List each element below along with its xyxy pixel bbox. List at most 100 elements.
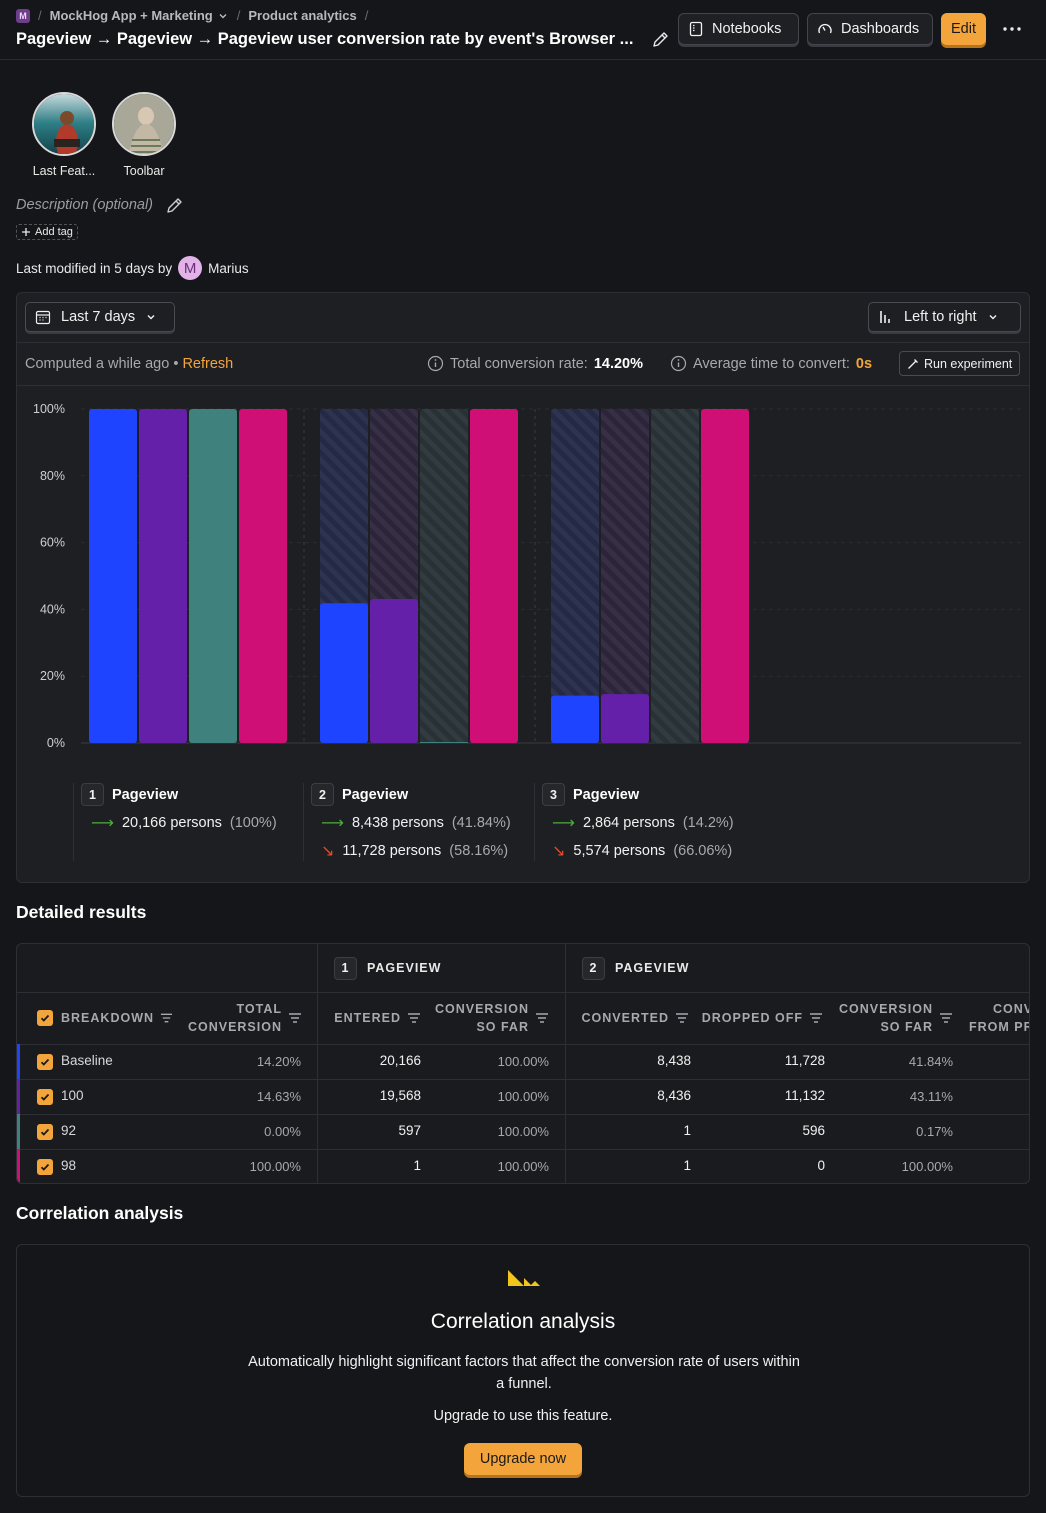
step-converted[interactable]: ⟶ 20,166 persons (100%) [91,813,277,833]
bar-100-step-3[interactable] [601,694,649,743]
table-row[interactable]: 98 100.00% 1 100.00% 1 0 100.00% [17,1149,1029,1183]
column-header-total-conversion[interactable]: TOTAL CONVERSION [167,992,302,1044]
last-modified-user[interactable]: Marius [208,261,249,276]
breadcrumb-separator: / [236,8,241,23]
correlation-description: Automatically highlight significant fact… [248,1354,800,1392]
row-checkbox[interactable] [37,1159,53,1175]
dropped-off-value: 11,132 [784,1088,825,1103]
column-header-label: TOTAL CONVERSION [187,1002,282,1034]
dashboards-button[interactable]: Dashboards [807,13,933,45]
divider [534,783,535,861]
correlation-title: Correlation analysis [430,1310,616,1333]
bar-98-step-2[interactable] [470,409,518,743]
converted-value: 8,436 [657,1088,691,1103]
column-header-conversion-from-previous[interactable]: CONV FROM PR [969,992,1029,1044]
add-tag-button[interactable]: Add tag [16,224,78,240]
description-field[interactable]: Description (optional) [16,197,153,213]
refresh-link[interactable]: Refresh [182,356,233,372]
step-converted[interactable]: ⟶ 2,864 persons (14.2%) [552,813,734,833]
y-tick-label: 20% [40,669,65,683]
pencil-icon[interactable] [650,30,670,50]
notebooks-button[interactable]: Notebooks [678,13,799,45]
breakdown-value: 98 [61,1158,77,1173]
bar-baseline-step-2[interactable] [320,603,368,743]
dropped-off-value: 596 [802,1123,825,1138]
calendar-icon [35,310,51,325]
dashboard-avatar-toolbar[interactable] [112,92,176,156]
step-dropped[interactable]: ↘ 11,728 persons (58.16%) [321,841,508,861]
avatar-label: Last Feat... [32,164,96,178]
column-header-label: ENTERED [334,1011,401,1025]
bar-92-step-1[interactable] [189,409,237,743]
row-checkbox[interactable] [37,1089,53,1105]
info-icon[interactable] [670,355,687,372]
bar-baseline-step-1[interactable] [89,409,137,743]
last-modified: Last modified in 5 days by M Marius [16,256,249,280]
detailed-results-table: 1 PAGEVIEW 2 PAGEVIEW BREAKDOWN TOTAL CON… [16,943,1030,1184]
date-range-select[interactable]: Last 7 days [25,302,175,332]
bar-baseline-step-3[interactable] [551,695,599,743]
select-all-checkbox[interactable] [37,1010,53,1026]
check-icon [40,1014,50,1022]
entered-value: 20,166 [379,1053,421,1068]
total-conversion-value: 14.20% [256,1054,301,1069]
y-tick-label: 0% [47,736,65,750]
run-experiment-label: Run experiment [924,356,1013,371]
layout-label: Left to right [904,309,977,325]
sort-icon [676,1013,688,1023]
bullet: • [173,356,179,372]
dropoff-tint [601,409,649,743]
column-header-label: CONVERTED [581,1011,669,1025]
more-options-icon[interactable] [1000,17,1024,41]
step-dropped[interactable]: ↘ 5,574 persons (66.06%) [552,841,732,861]
bar-100-step-2[interactable] [370,599,418,743]
column-header-dropped-off[interactable]: DROPPED OFF [697,992,823,1044]
table-row[interactable]: Baseline 14.20% 20,166 100.00% 8,438 11,728 41… [17,1044,1029,1079]
flask-icon [908,358,918,369]
table-row[interactable]: 100 14.63% 19,568 100.00% 8,436 11,132 43.11% [17,1079,1029,1114]
total-conversion-value: 100.00% [249,1159,301,1174]
step-header-2: 2 PAGEVIEW [582,944,689,992]
hedgehog-logo-icon [508,1270,540,1287]
bar-92-step-2[interactable] [420,742,468,743]
step-legend-3: 3 Pageview ⟶ 2,864 persons (14.2%) ↘ 5,5… [542,783,772,863]
step-header-label: PAGEVIEW [615,961,690,975]
detailed-results-heading: Detailed results [16,902,147,922]
column-header-entered[interactable]: ENTERED [321,992,421,1044]
column-header-label: CONVERSION SO FAR [838,1002,933,1034]
converted-count: 2,864 persons [582,815,675,831]
dropped-percent: (58.16%) [449,843,509,859]
divider [17,342,1029,343]
run-experiment-button[interactable]: Run experiment [899,351,1021,376]
column-header-converted[interactable]: CONVERTED [569,992,689,1044]
avatar-image [114,94,174,154]
column-header-conversion-so-far-2[interactable]: CONVERSION SO FAR [829,992,953,1044]
breadcrumb-project[interactable]: MockHog App + Marketing [50,8,229,23]
column-header-label: DROPPED OFF [701,1011,803,1025]
y-axis-ticks: 100% 80% 60% 40% 20% 0% [33,402,65,750]
step-legend-2: 2 Pageview ⟶ 8,438 persons (41.84%) ↘ 11… [311,783,531,863]
step-converted[interactable]: ⟶ 8,438 persons (41.84%) [321,813,511,833]
chevron-down-icon [989,315,997,320]
step-name: Pageview [573,786,640,803]
upgrade-now-button[interactable]: Upgrade now [464,1443,582,1475]
info-icon[interactable] [427,355,444,372]
edit-button[interactable]: Edit [941,13,986,45]
breadcrumb-section[interactable]: Product analytics [248,8,356,23]
bar-98-step-3[interactable] [701,409,749,743]
bar-100-step-1[interactable] [139,409,187,743]
column-header-breakdown[interactable]: BREAKDOWN [61,992,173,1044]
pencil-icon[interactable] [164,196,184,216]
row-checkbox[interactable] [37,1124,53,1140]
step-number: 1 [334,956,357,980]
column-header-conversion-so-far[interactable]: CONVERSION SO FAR [425,992,549,1044]
page-title[interactable]: Pageview → Pageview → Pageview user conv… [16,30,642,49]
row-checkbox[interactable] [37,1054,53,1070]
dashboard-avatar-last-feature[interactable] [32,92,96,156]
date-range-label: Last 7 days [61,309,136,325]
check-icon [40,1128,50,1136]
table-row[interactable]: 92 0.00% 597 100.00% 1 596 0.17% [17,1114,1029,1149]
conversion-so-far-2-value: 43.11% [909,1089,953,1104]
bar-98-step-1[interactable] [239,409,287,743]
layout-select[interactable]: Left to right [868,302,1021,332]
